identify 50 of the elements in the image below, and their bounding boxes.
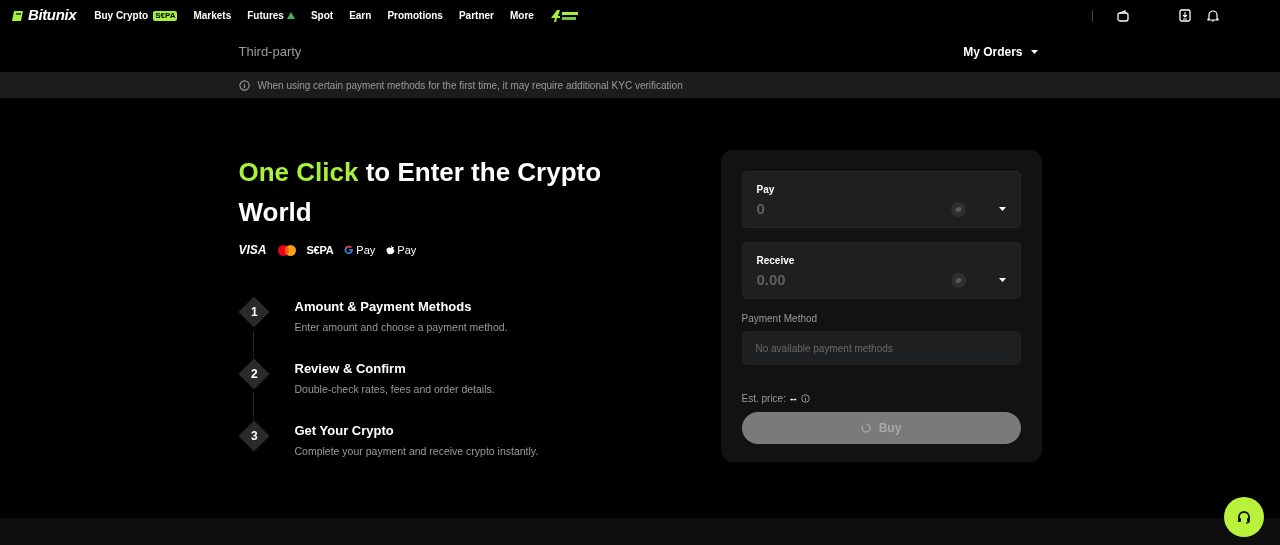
wallet-icon[interactable] <box>1117 9 1129 22</box>
google-g-icon <box>344 245 355 255</box>
nav-link[interactable]: Spot <box>310 8 334 23</box>
support-button[interactable] <box>1224 497 1264 537</box>
field-label: Pay <box>756 183 776 197</box>
info-icon <box>800 394 810 403</box>
step-title: Amount & Payment Methods <box>294 298 473 316</box>
nav-link[interactable]: Markets <box>193 8 232 23</box>
field-label: Receive <box>756 254 796 268</box>
sepa-logo: S€PA <box>306 242 334 258</box>
my-orders-dropdown[interactable]: My Orders <box>963 42 1038 61</box>
apple-pay-logo: Pay <box>397 242 417 258</box>
coin-icon <box>950 201 966 217</box>
notice-text: When using certain payment methods for the first time, it may require additional KYC verification <box>257 78 683 93</box>
mastercard-logo-icon <box>277 244 296 256</box>
download-icon[interactable] <box>1179 9 1191 22</box>
nav-link[interactable]: Futures <box>247 8 295 23</box>
nav-link[interactable]: Buy Crypto S€PA <box>94 8 178 23</box>
step-description: Double-check rates, fees and order details. <box>294 382 495 397</box>
step-number-badge: 3 <box>237 420 270 452</box>
brand-logo-text[interactable]: Bitunix <box>28 4 77 27</box>
logo-icon <box>12 9 25 22</box>
nav-link[interactable]: Earn <box>349 8 372 23</box>
field-label: Payment Method <box>741 312 819 326</box>
sepa-badge: S€PA <box>153 10 178 21</box>
caret-icon <box>1030 49 1038 54</box>
est-price-label: Est. price: <box>741 392 786 406</box>
step-number-badge: 1 <box>237 296 270 328</box>
step-description: Enter amount and choose a payment method. <box>294 320 508 335</box>
nav-link[interactable]: Promotions <box>387 8 443 23</box>
step-number-badge: 2 <box>237 358 270 390</box>
est-price-value: -- <box>789 392 797 406</box>
bell-icon[interactable] <box>1207 9 1219 22</box>
google-pay-logo: Pay <box>356 242 376 258</box>
visa-logo: VISA <box>238 242 267 259</box>
page-title: Third-party <box>238 42 302 61</box>
nav-link[interactable]: More <box>509 8 534 23</box>
hero-heading: One Click to Enter the Crypto World <box>238 156 603 229</box>
step-title: Get Your Crypto <box>294 422 395 440</box>
promo-logo-icon[interactable] <box>549 8 580 23</box>
coin-icon <box>950 272 966 288</box>
step-description: Complete your payment and receive crypto instantly. <box>294 444 539 459</box>
caret-icon[interactable] <box>998 278 1006 282</box>
info-icon <box>238 79 250 91</box>
step-title: Review & Confirm <box>294 360 407 378</box>
nav-link[interactable]: Partner <box>458 8 494 23</box>
spinner-icon <box>860 423 871 433</box>
apple-icon <box>386 245 396 255</box>
caret-icon[interactable] <box>998 207 1006 211</box>
headset-icon <box>1236 509 1252 525</box>
